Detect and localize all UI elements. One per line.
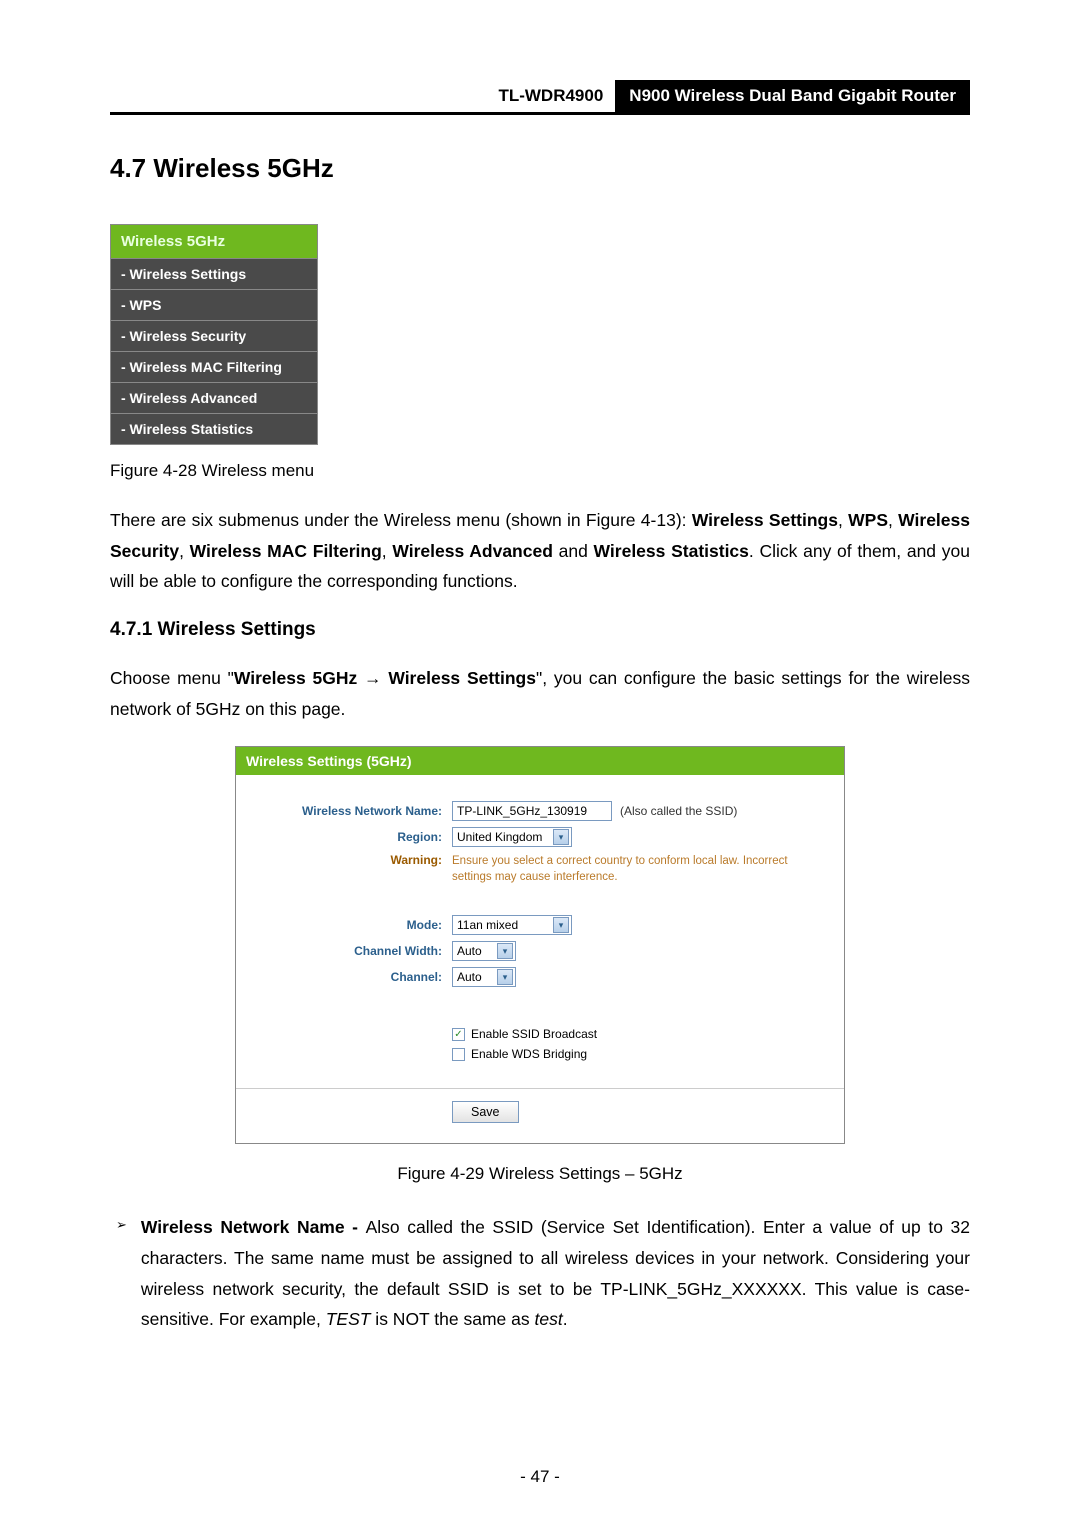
- checkbox-ssid-label: Enable SSID Broadcast: [471, 1027, 597, 1041]
- menu-item-wps[interactable]: - WPS: [111, 289, 317, 320]
- warning-text: Ensure you select a correct country to c…: [452, 853, 828, 885]
- save-button[interactable]: Save: [452, 1101, 519, 1123]
- label-network-name: Wireless Network Name:: [252, 804, 452, 818]
- wireless-settings-panel: Wireless Settings (5GHz) Wireless Networ…: [235, 746, 845, 1144]
- page-header: TL-WDR4900 N900 Wireless Dual Band Gigab…: [110, 80, 970, 115]
- page-number: - 47 -: [0, 1467, 1080, 1487]
- checkbox-ssid-broadcast[interactable]: ✓: [452, 1028, 465, 1041]
- chevron-down-icon: ▾: [497, 943, 513, 959]
- chevron-down-icon: ▾: [497, 969, 513, 985]
- menu-head: Wireless 5GHz: [111, 225, 317, 258]
- menu-item-wireless-settings[interactable]: - Wireless Settings: [111, 258, 317, 289]
- label-region: Region:: [252, 830, 452, 844]
- label-channel: Channel:: [252, 970, 452, 984]
- select-channel[interactable]: Auto ▾: [452, 967, 516, 987]
- checkbox-wds-bridging[interactable]: [452, 1048, 465, 1061]
- subsection-heading: 4.7.1 Wireless Settings: [110, 619, 970, 641]
- section-heading: 4.7 Wireless 5GHz: [110, 153, 970, 184]
- checkbox-wds-label: Enable WDS Bridging: [471, 1047, 587, 1061]
- select-channel-width[interactable]: Auto ▾: [452, 941, 516, 961]
- bullet-wireless-network-name: ➢ Wireless Network Name - Also called th…: [116, 1212, 970, 1335]
- paragraph-choose-menu: Choose menu "Wireless 5GHz → Wireless Se…: [110, 663, 970, 724]
- panel-title: Wireless Settings (5GHz): [236, 747, 844, 775]
- ssid-hint: (Also called the SSID): [620, 804, 737, 818]
- label-channel-width: Channel Width:: [252, 944, 452, 958]
- chevron-down-icon: ▾: [553, 917, 569, 933]
- paragraph-submenus: There are six submenus under the Wireles…: [110, 505, 970, 597]
- select-region[interactable]: United Kingdom ▾: [452, 827, 572, 847]
- model-description: N900 Wireless Dual Band Gigabit Router: [615, 80, 970, 112]
- label-mode: Mode:: [252, 918, 452, 932]
- input-network-name[interactable]: TP-LINK_5GHz_130919: [452, 801, 612, 821]
- menu-item-wireless-statistics[interactable]: - Wireless Statistics: [111, 413, 317, 444]
- label-warning: Warning:: [252, 853, 452, 867]
- menu-item-mac-filtering[interactable]: - Wireless MAC Filtering: [111, 351, 317, 382]
- select-mode[interactable]: 11an mixed ▾: [452, 915, 572, 935]
- figure-caption-28: Figure 4-28 Wireless menu: [110, 461, 970, 481]
- menu-item-wireless-security[interactable]: - Wireless Security: [111, 320, 317, 351]
- wireless-menu: Wireless 5GHz - Wireless Settings - WPS …: [110, 224, 318, 445]
- figure-caption-29: Figure 4-29 Wireless Settings – 5GHz: [110, 1164, 970, 1184]
- bullet-icon: ➢: [116, 1212, 127, 1335]
- model-number: TL-WDR4900: [486, 80, 615, 112]
- menu-item-wireless-advanced[interactable]: - Wireless Advanced: [111, 382, 317, 413]
- chevron-down-icon: ▾: [553, 829, 569, 845]
